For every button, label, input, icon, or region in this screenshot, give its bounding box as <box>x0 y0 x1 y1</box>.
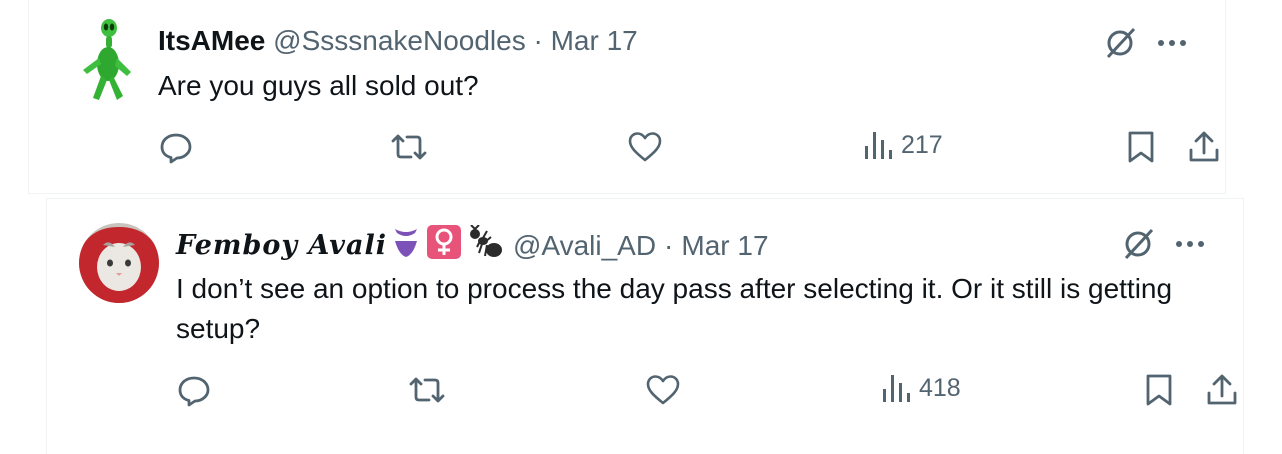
purple-bikini-bottom-emoji-icon <box>393 225 419 267</box>
like-icon <box>628 132 662 162</box>
tweet[interactable]: Femboy Avali @Avali_AD · Mar 17 I don’t … <box>46 198 1244 454</box>
bookmark-button[interactable] <box>1127 130 1155 164</box>
views-button[interactable]: 217 <box>863 130 943 160</box>
like-button[interactable] <box>645 373 681 407</box>
cat-in-red-hood-avatar-icon <box>79 223 159 303</box>
reply-button[interactable] <box>159 130 193 164</box>
avatar[interactable] <box>79 18 135 102</box>
green-alien-avatar-icon <box>83 19 131 100</box>
share-button[interactable] <box>1205 373 1239 407</box>
views-count: 217 <box>901 130 943 159</box>
tweet-text: Are you guys all sold out? <box>158 70 479 101</box>
retweet-icon <box>391 134 427 160</box>
views-button[interactable]: 418 <box>881 373 961 403</box>
tweet-actions: 217 <box>159 130 1219 170</box>
reply-icon <box>160 133 192 164</box>
more-icon[interactable] <box>1175 240 1205 248</box>
display-name[interactable]: Femboy Avali <box>176 229 387 263</box>
retweet-button[interactable] <box>407 373 447 407</box>
views-icon <box>865 132 892 159</box>
share-icon <box>1189 131 1219 162</box>
tweet[interactable]: ItsAMee @SsssnakeNoodles · Mar 17 Are yo… <box>28 0 1226 194</box>
more-icon[interactable] <box>1157 39 1187 47</box>
like-button[interactable] <box>627 130 663 164</box>
tweet-actions: 418 <box>177 373 1237 413</box>
bookmark-button[interactable] <box>1145 373 1173 407</box>
bookmark-icon <box>1146 374 1172 406</box>
ant-emoji-icon <box>467 224 503 267</box>
retweet-button[interactable] <box>389 130 429 164</box>
bookmark-icon <box>1128 131 1154 163</box>
share-button[interactable] <box>1187 130 1221 164</box>
separator-dot: · <box>664 230 674 261</box>
reply-icon <box>178 376 210 407</box>
tweet-header: ItsAMee @SsssnakeNoodles · Mar 17 <box>158 24 638 58</box>
tweet-date[interactable]: Mar 17 <box>551 25 638 56</box>
handle[interactable]: @Avali_AD <box>513 229 656 263</box>
female-sign-emoji-icon <box>426 225 461 267</box>
grok-icon[interactable] <box>1121 227 1155 261</box>
views-icon <box>883 375 910 402</box>
reply-button[interactable] <box>177 373 211 407</box>
grok-icon[interactable] <box>1103 26 1137 60</box>
like-icon <box>646 375 680 405</box>
tweet-text: I don’t see an option to process the day… <box>176 273 1173 344</box>
views-count: 418 <box>919 373 961 402</box>
handle[interactable]: @SsssnakeNoodles <box>273 25 526 56</box>
tweet-date[interactable]: Mar 17 <box>681 229 768 263</box>
retweet-icon <box>409 377 445 403</box>
share-icon <box>1207 374 1237 405</box>
separator-dot: · <box>533 25 543 56</box>
avatar[interactable] <box>79 223 159 303</box>
display-name[interactable]: ItsAMee <box>158 25 265 56</box>
tweet-header: Femboy Avali @Avali_AD · Mar 17 <box>176 224 769 267</box>
